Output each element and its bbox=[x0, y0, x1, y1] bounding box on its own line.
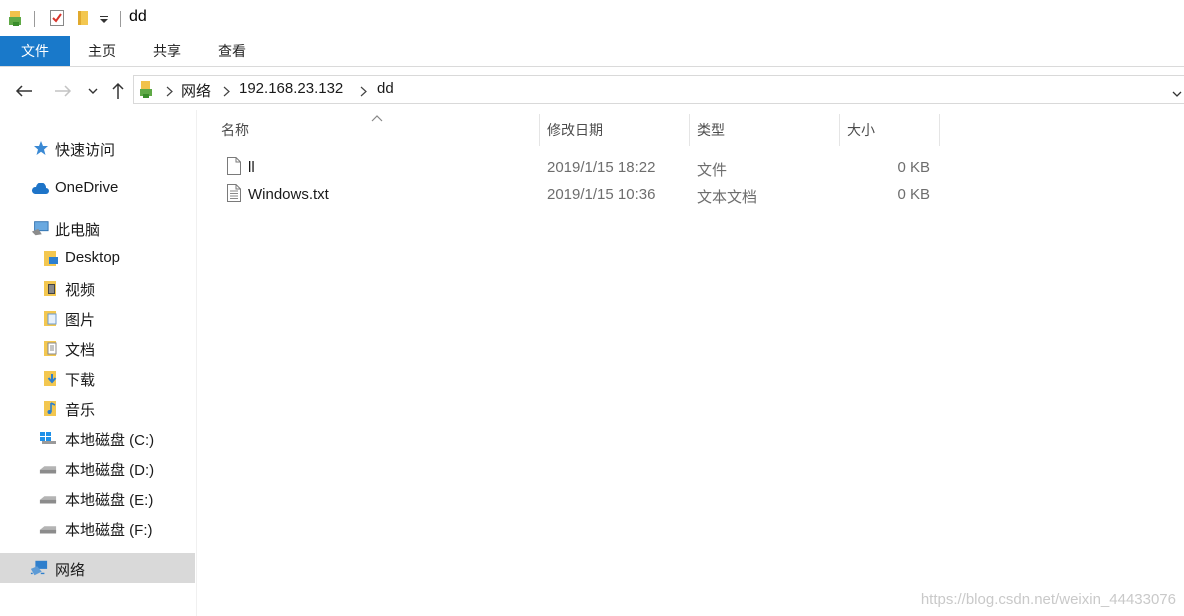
breadcrumb-folder[interactable]: dd bbox=[377, 80, 394, 97]
back-button[interactable] bbox=[10, 78, 38, 104]
watermark: https://blog.csdn.net/weixin_44433076 bbox=[920, 591, 1176, 608]
drive-icon bbox=[39, 460, 57, 478]
chevron-right-icon[interactable] bbox=[166, 84, 173, 101]
network-location-icon bbox=[138, 80, 154, 103]
tab-share[interactable]: 共享 bbox=[145, 36, 189, 66]
sidebar-item-label: 本地磁盘 (C:) bbox=[65, 432, 155, 449]
properties-icon[interactable] bbox=[47, 8, 67, 28]
window-title: dd bbox=[129, 8, 147, 25]
title-bar: dd bbox=[0, 0, 1184, 36]
sidebar-item-label: 网络 bbox=[55, 562, 86, 579]
chevron-right-icon[interactable] bbox=[223, 84, 230, 101]
address-history-dropdown-icon[interactable] bbox=[1172, 85, 1182, 102]
navigation-pane: 快速访问 OneDrive 此电脑 Desktop 视频 图片 文档 下载 音乐… bbox=[0, 110, 197, 616]
sidebar-item-label: 本地磁盘 (F:) bbox=[65, 522, 153, 539]
documents-folder-icon bbox=[42, 339, 60, 357]
sidebar-item-videos[interactable]: 视频 bbox=[0, 273, 195, 303]
file-modified: 2019/1/15 10:36 bbox=[547, 186, 656, 203]
sidebar-item-label: 音乐 bbox=[65, 402, 96, 419]
sidebar-item-drive-f[interactable]: 本地磁盘 (F:) bbox=[0, 513, 195, 543]
drive-icon bbox=[39, 490, 57, 508]
windows-drive-icon bbox=[39, 429, 57, 447]
computer-icon bbox=[31, 219, 49, 237]
network-icon bbox=[30, 559, 48, 577]
new-folder-icon[interactable] bbox=[73, 8, 93, 28]
cloud-icon bbox=[31, 180, 49, 198]
video-folder-icon bbox=[42, 279, 60, 297]
customize-toolbar-dropdown-icon[interactable] bbox=[98, 11, 110, 27]
downloads-folder-icon bbox=[42, 369, 60, 387]
file-row[interactable]: Windows.txt 2019/1/15 10:36 文本文档 0 KB bbox=[205, 181, 945, 208]
sidebar-item-quick-access[interactable]: 快速访问 bbox=[0, 133, 195, 163]
ribbon: 文件 主页 共享 查看 bbox=[0, 36, 1184, 67]
tab-home[interactable]: 主页 bbox=[80, 36, 124, 66]
sidebar-item-pictures[interactable]: 图片 bbox=[0, 303, 195, 333]
back-arrow-icon bbox=[15, 85, 32, 97]
file-name: ll bbox=[248, 159, 255, 176]
sidebar-item-desktop[interactable]: Desktop bbox=[0, 243, 195, 273]
column-header-modified[interactable]: 修改日期 bbox=[540, 114, 689, 146]
forward-button[interactable] bbox=[49, 78, 77, 104]
drive-icon bbox=[39, 520, 57, 538]
up-arrow-icon bbox=[112, 82, 124, 99]
music-folder-icon bbox=[42, 399, 60, 417]
forward-arrow-icon bbox=[55, 85, 72, 97]
sidebar-item-label: 此电脑 bbox=[55, 222, 101, 239]
title-separator bbox=[120, 11, 121, 27]
sidebar-item-downloads[interactable]: 下载 bbox=[0, 363, 195, 393]
sidebar-item-label: OneDrive bbox=[55, 179, 119, 196]
column-header-name[interactable]: 名称 bbox=[205, 114, 539, 146]
file-type: 文件 bbox=[697, 162, 728, 179]
pictures-folder-icon bbox=[42, 309, 60, 327]
file-size: 0 KB bbox=[897, 159, 930, 176]
file-type: 文本文档 bbox=[697, 189, 758, 206]
sidebar-item-label: 文档 bbox=[65, 342, 96, 359]
sidebar-item-this-pc[interactable]: 此电脑 bbox=[0, 213, 195, 243]
sidebar-item-onedrive[interactable]: OneDrive bbox=[0, 173, 195, 203]
desktop-folder-icon bbox=[42, 249, 60, 267]
column-header-type[interactable]: 类型 bbox=[690, 114, 839, 146]
breadcrumb-network[interactable]: 网络 bbox=[181, 80, 211, 101]
tab-file[interactable]: 文件 bbox=[0, 36, 70, 66]
explorer-app-icon[interactable] bbox=[6, 8, 26, 28]
sidebar-item-label: 本地磁盘 (E:) bbox=[65, 492, 154, 509]
recent-locations-button[interactable] bbox=[84, 78, 102, 104]
sidebar-item-drive-c[interactable]: 本地磁盘 (C:) bbox=[0, 423, 195, 453]
file-size: 0 KB bbox=[897, 186, 930, 203]
tab-view[interactable]: 查看 bbox=[210, 36, 254, 66]
sidebar-item-documents[interactable]: 文档 bbox=[0, 333, 195, 363]
file-row[interactable]: ll 2019/1/15 18:22 文件 0 KB bbox=[205, 154, 945, 181]
sidebar-item-label: 图片 bbox=[65, 312, 96, 329]
sidebar-item-label: 视频 bbox=[65, 282, 96, 299]
sidebar-item-label: Desktop bbox=[65, 249, 121, 266]
sidebar-item-network[interactable]: 网络 bbox=[0, 553, 195, 583]
column-divider[interactable] bbox=[939, 114, 940, 146]
sidebar-item-drive-e[interactable]: 本地磁盘 (E:) bbox=[0, 483, 195, 513]
sidebar-item-label: 本地磁盘 (D:) bbox=[65, 462, 155, 479]
file-name: Windows.txt bbox=[248, 186, 329, 203]
blank-file-icon bbox=[226, 156, 242, 180]
chevron-down-icon bbox=[88, 88, 98, 94]
address-bar[interactable]: 网络 192.168.23.132 dd bbox=[133, 75, 1184, 104]
chevron-right-icon[interactable] bbox=[360, 84, 367, 101]
up-button[interactable] bbox=[106, 78, 130, 104]
star-icon bbox=[32, 139, 50, 157]
sidebar-item-music[interactable]: 音乐 bbox=[0, 393, 195, 423]
breadcrumb-host[interactable]: 192.168.23.132 bbox=[239, 80, 343, 97]
title-separator bbox=[34, 11, 35, 27]
sidebar-item-drive-d[interactable]: 本地磁盘 (D:) bbox=[0, 453, 195, 483]
text-file-icon bbox=[226, 183, 242, 207]
column-header-size[interactable]: 大小 bbox=[840, 114, 939, 146]
sidebar-item-label: 快速访问 bbox=[55, 142, 116, 159]
file-modified: 2019/1/15 18:22 bbox=[547, 159, 656, 176]
sidebar-item-label: 下载 bbox=[65, 372, 96, 389]
